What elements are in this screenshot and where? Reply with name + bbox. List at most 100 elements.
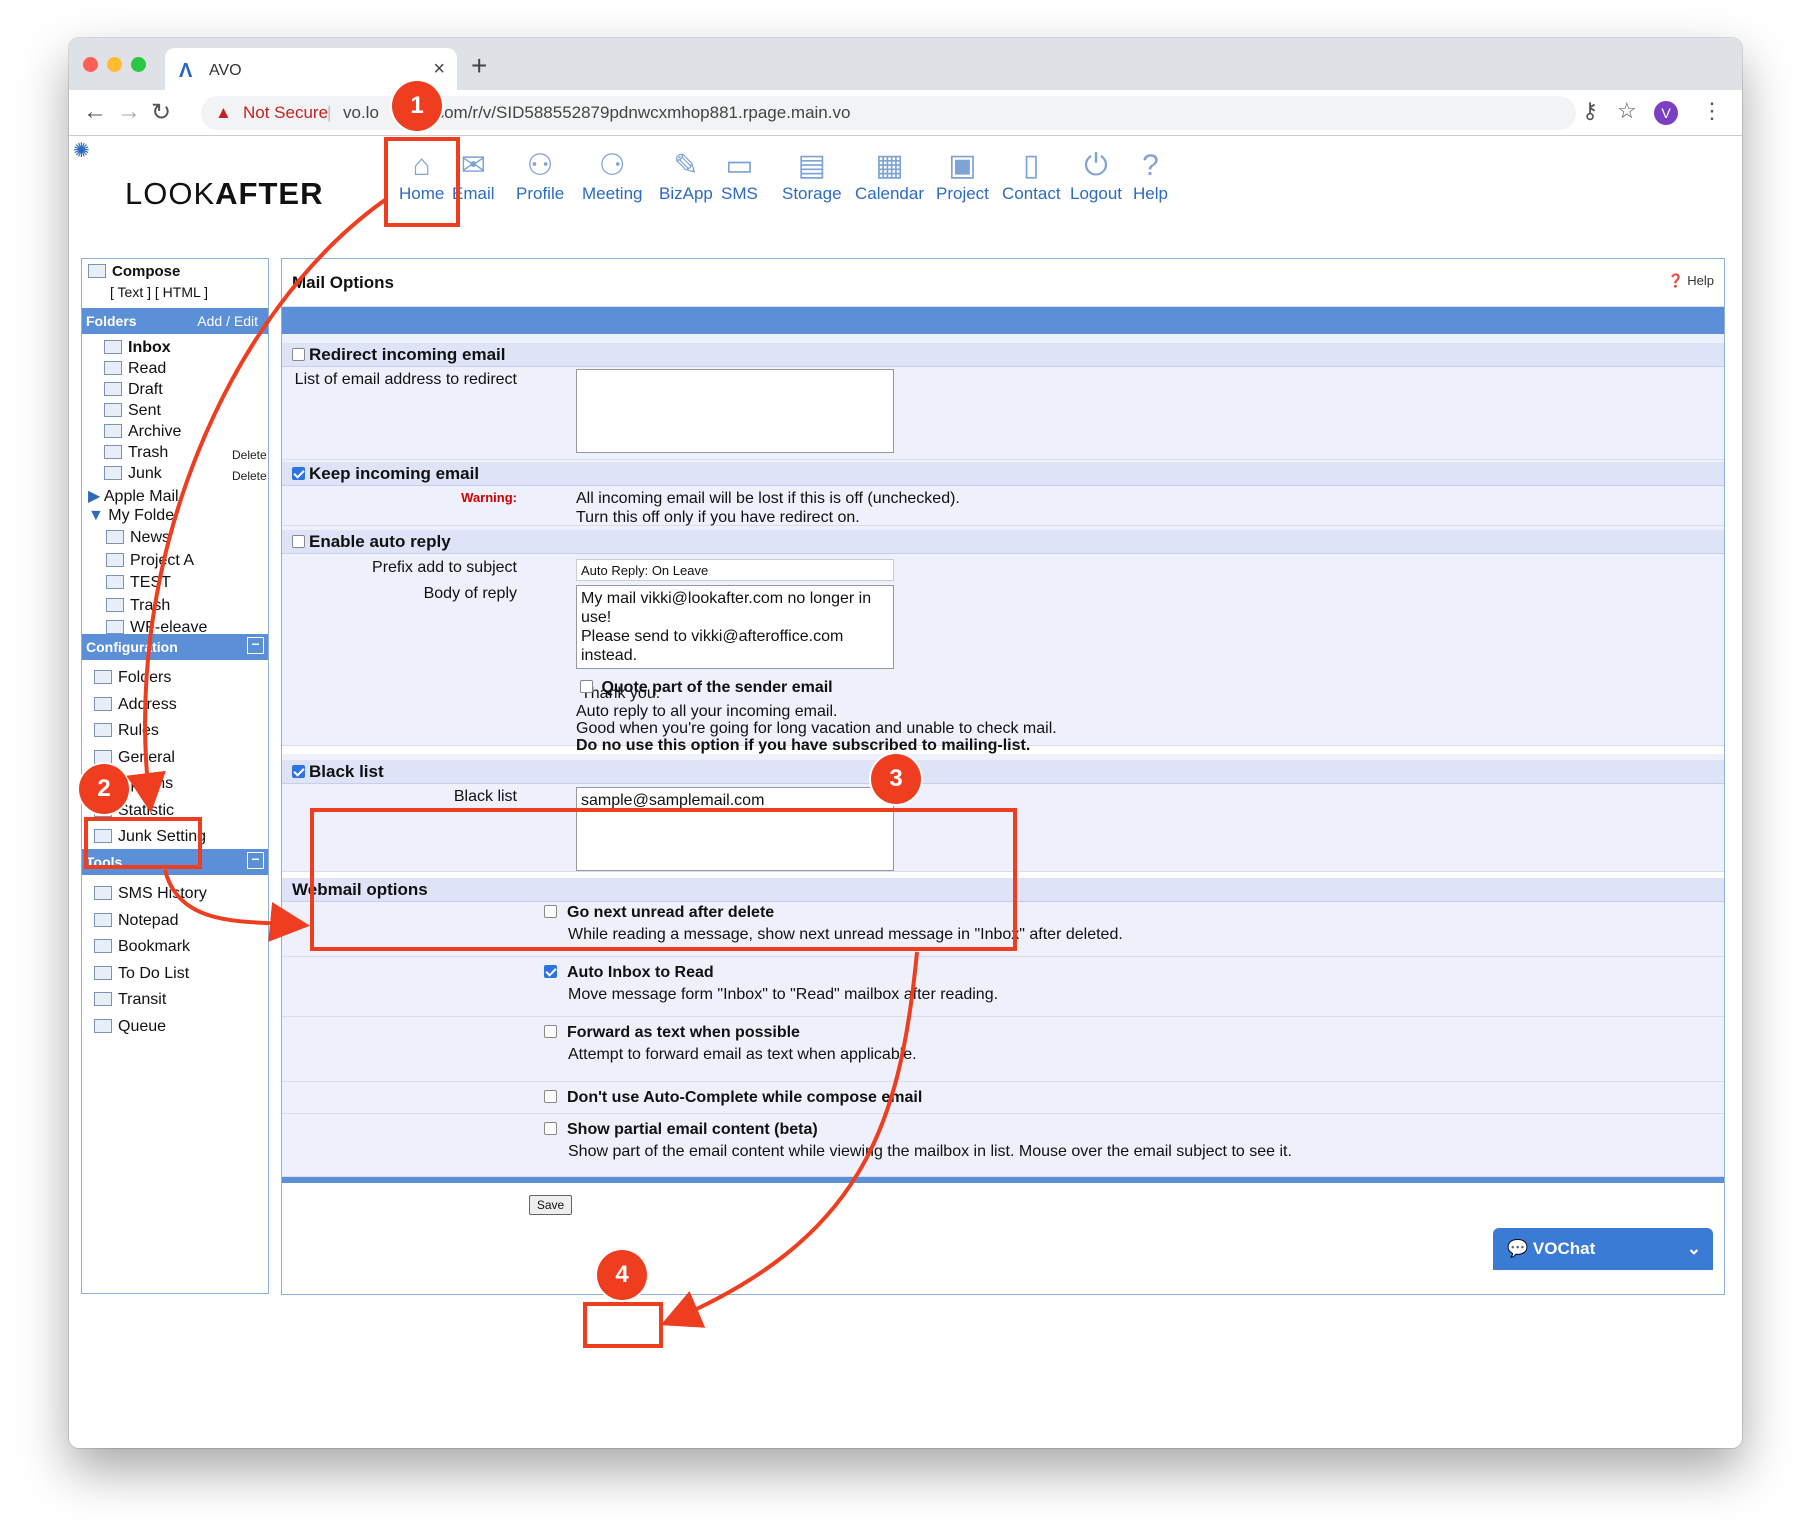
subfolder-item[interactable]: News bbox=[106, 529, 170, 547]
prefix-input[interactable]: Auto Reply: On Leave bbox=[576, 559, 894, 581]
tools-header: Tools − bbox=[82, 849, 268, 875]
folder-inbox[interactable]: Inbox bbox=[104, 339, 171, 357]
settings-gear-icon[interactable]: ✺ bbox=[73, 138, 90, 163]
folder-archive[interactable]: Archive bbox=[104, 423, 181, 441]
subfolder-item[interactable]: TEST bbox=[106, 574, 171, 592]
folder-sent[interactable]: Sent bbox=[104, 402, 161, 420]
webmail-option[interactable]: Forward as text when possible Attempt to … bbox=[544, 1022, 917, 1066]
option-checkbox[interactable] bbox=[544, 1090, 557, 1103]
webmail-option[interactable]: Don't use Auto-Complete while compose em… bbox=[544, 1087, 922, 1109]
collapse-icon[interactable]: − bbox=[247, 637, 264, 654]
minimize-window-icon[interactable] bbox=[107, 57, 122, 72]
tool-icon bbox=[94, 965, 112, 980]
tool-label: To Do List bbox=[118, 964, 190, 982]
config-label: General bbox=[118, 748, 175, 766]
option-checkbox[interactable] bbox=[544, 965, 557, 978]
tool-label: Notepad bbox=[118, 911, 179, 929]
mailbox-icon bbox=[104, 382, 122, 396]
config-rules[interactable]: Rules bbox=[94, 722, 159, 740]
profile-avatar[interactable]: V bbox=[1654, 101, 1678, 125]
option-checkbox[interactable] bbox=[544, 905, 557, 918]
collapse-icon[interactable]: − bbox=[247, 852, 264, 869]
chevron-down-icon[interactable]: ⌄ bbox=[1687, 1228, 1701, 1270]
autoreply-checkbox[interactable] bbox=[292, 535, 305, 548]
keep-checkbox[interactable] bbox=[292, 467, 305, 480]
quote-checkbox[interactable] bbox=[580, 680, 593, 693]
close-tab-icon[interactable]: × bbox=[433, 58, 445, 81]
folder-read[interactable]: Read bbox=[104, 360, 166, 378]
collapse-triangle-icon[interactable]: ▼ bbox=[88, 507, 104, 524]
help-link[interactable]: ❓ Help bbox=[1667, 273, 1714, 289]
nav-calendar[interactable]: ▦ Calendar bbox=[855, 148, 924, 204]
folder-apple-mail[interactable]: ▶ Apple Mail bbox=[88, 486, 179, 506]
nav-email[interactable]: ✉ Email bbox=[452, 148, 495, 204]
config-folders[interactable]: Folders bbox=[94, 669, 171, 687]
blacklist-textarea[interactable]: sample@samplemail.com bbox=[576, 787, 894, 871]
tool-queue[interactable]: Queue bbox=[94, 1018, 166, 1036]
tool-transit[interactable]: Transit bbox=[94, 991, 166, 1009]
save-button[interactable]: Save bbox=[529, 1195, 572, 1215]
quote-option[interactable]: Quote part of the sender email bbox=[580, 677, 833, 699]
webmail-option[interactable]: Go next unread after delete While reading… bbox=[544, 902, 1123, 946]
compose-link[interactable]: Compose bbox=[88, 263, 180, 280]
config-junk-setting[interactable]: Junk Setting bbox=[94, 828, 206, 846]
brand-light: LOOK bbox=[125, 176, 216, 211]
option-checkbox[interactable] bbox=[544, 1122, 557, 1135]
warning-line-1: All incoming email will be lost if this … bbox=[576, 490, 960, 507]
option-checkbox[interactable] bbox=[544, 1025, 557, 1038]
folder-my-folder[interactable]: ▼ My Folder bbox=[88, 507, 179, 525]
nav-meeting[interactable]: ⚆ Meeting bbox=[582, 148, 642, 204]
config-icon bbox=[94, 829, 112, 843]
nav-label: Contact bbox=[1002, 184, 1061, 203]
nav-home[interactable]: ⌂ Home bbox=[399, 148, 444, 204]
close-window-icon[interactable] bbox=[83, 57, 98, 72]
folders-add-edit-link[interactable]: Add / Edit bbox=[197, 308, 258, 334]
folder-junk[interactable]: Junk bbox=[104, 465, 162, 483]
option-divider bbox=[282, 1113, 1724, 1114]
mailbox-icon bbox=[104, 445, 122, 459]
security-label[interactable]: Not Secure bbox=[243, 96, 328, 130]
redirect-textarea[interactable] bbox=[576, 369, 894, 453]
subfolder-item[interactable]: Trash bbox=[106, 597, 170, 615]
key-icon[interactable]: ⚷ bbox=[1582, 98, 1598, 124]
subfolder-item[interactable]: Project A bbox=[106, 552, 194, 570]
nav-logout[interactable]: ⏻ Logout bbox=[1070, 148, 1122, 204]
tool-notepad[interactable]: Notepad bbox=[94, 912, 179, 930]
delete-link[interactable]: Delete bbox=[232, 448, 267, 462]
compose-modes[interactable]: [ Text ] [ HTML ] bbox=[110, 284, 208, 300]
body-textarea[interactable]: My mail vikki@lookafter.com no longer in… bbox=[576, 585, 894, 702]
question-icon: ? bbox=[1142, 149, 1159, 182]
nav-storage[interactable]: ▤ Storage bbox=[782, 148, 842, 204]
folder-trash[interactable]: Trash bbox=[104, 444, 168, 462]
expand-triangle-icon[interactable]: ▶ bbox=[88, 488, 100, 505]
nav-sms[interactable]: ▭ SMS bbox=[721, 148, 758, 204]
tool-to-do-list[interactable]: To Do List bbox=[94, 965, 189, 983]
blacklist-checkbox[interactable] bbox=[292, 765, 305, 778]
tool-bookmark[interactable]: Bookmark bbox=[94, 938, 190, 956]
webmail-option[interactable]: Auto Inbox to Read Move message form "Inb… bbox=[544, 962, 998, 1006]
reload-icon[interactable]: ↻ bbox=[151, 98, 171, 127]
tool-sms-history[interactable]: SMS History bbox=[94, 885, 207, 903]
menu-kebab-icon[interactable]: ⋮ bbox=[1701, 98, 1723, 124]
redirect-checkbox[interactable] bbox=[292, 348, 305, 361]
nav-bizapp[interactable]: ✎ BizApp bbox=[659, 148, 713, 204]
config-address[interactable]: Address bbox=[94, 696, 177, 714]
back-icon[interactable]: ← bbox=[83, 98, 107, 126]
nav-profile[interactable]: ⚇ Profile bbox=[516, 148, 564, 204]
star-icon[interactable]: ☆ bbox=[1617, 98, 1637, 124]
nav-project[interactable]: ▣ Project bbox=[936, 148, 989, 204]
nav-help[interactable]: ? Help bbox=[1133, 148, 1168, 204]
config-icon bbox=[94, 749, 112, 764]
webmail-option[interactable]: Show partial email content (beta) Show pa… bbox=[544, 1119, 1292, 1163]
forward-icon[interactable]: → bbox=[117, 98, 141, 126]
brand-logo[interactable]: LOOKAFTER bbox=[125, 176, 323, 212]
folder-icon bbox=[106, 597, 124, 612]
config-label: Folders bbox=[118, 669, 172, 686]
maximize-window-icon[interactable] bbox=[131, 57, 146, 72]
vochat-widget[interactable]: 💬 VOChat ⌄ bbox=[1493, 1228, 1713, 1270]
new-tab-button[interactable]: + bbox=[471, 50, 487, 82]
folder-draft[interactable]: Draft bbox=[104, 381, 163, 399]
delete-link[interactable]: Delete bbox=[232, 469, 267, 483]
mailbox-icon bbox=[104, 340, 122, 354]
nav-contact[interactable]: ▯ Contact bbox=[1002, 148, 1061, 204]
